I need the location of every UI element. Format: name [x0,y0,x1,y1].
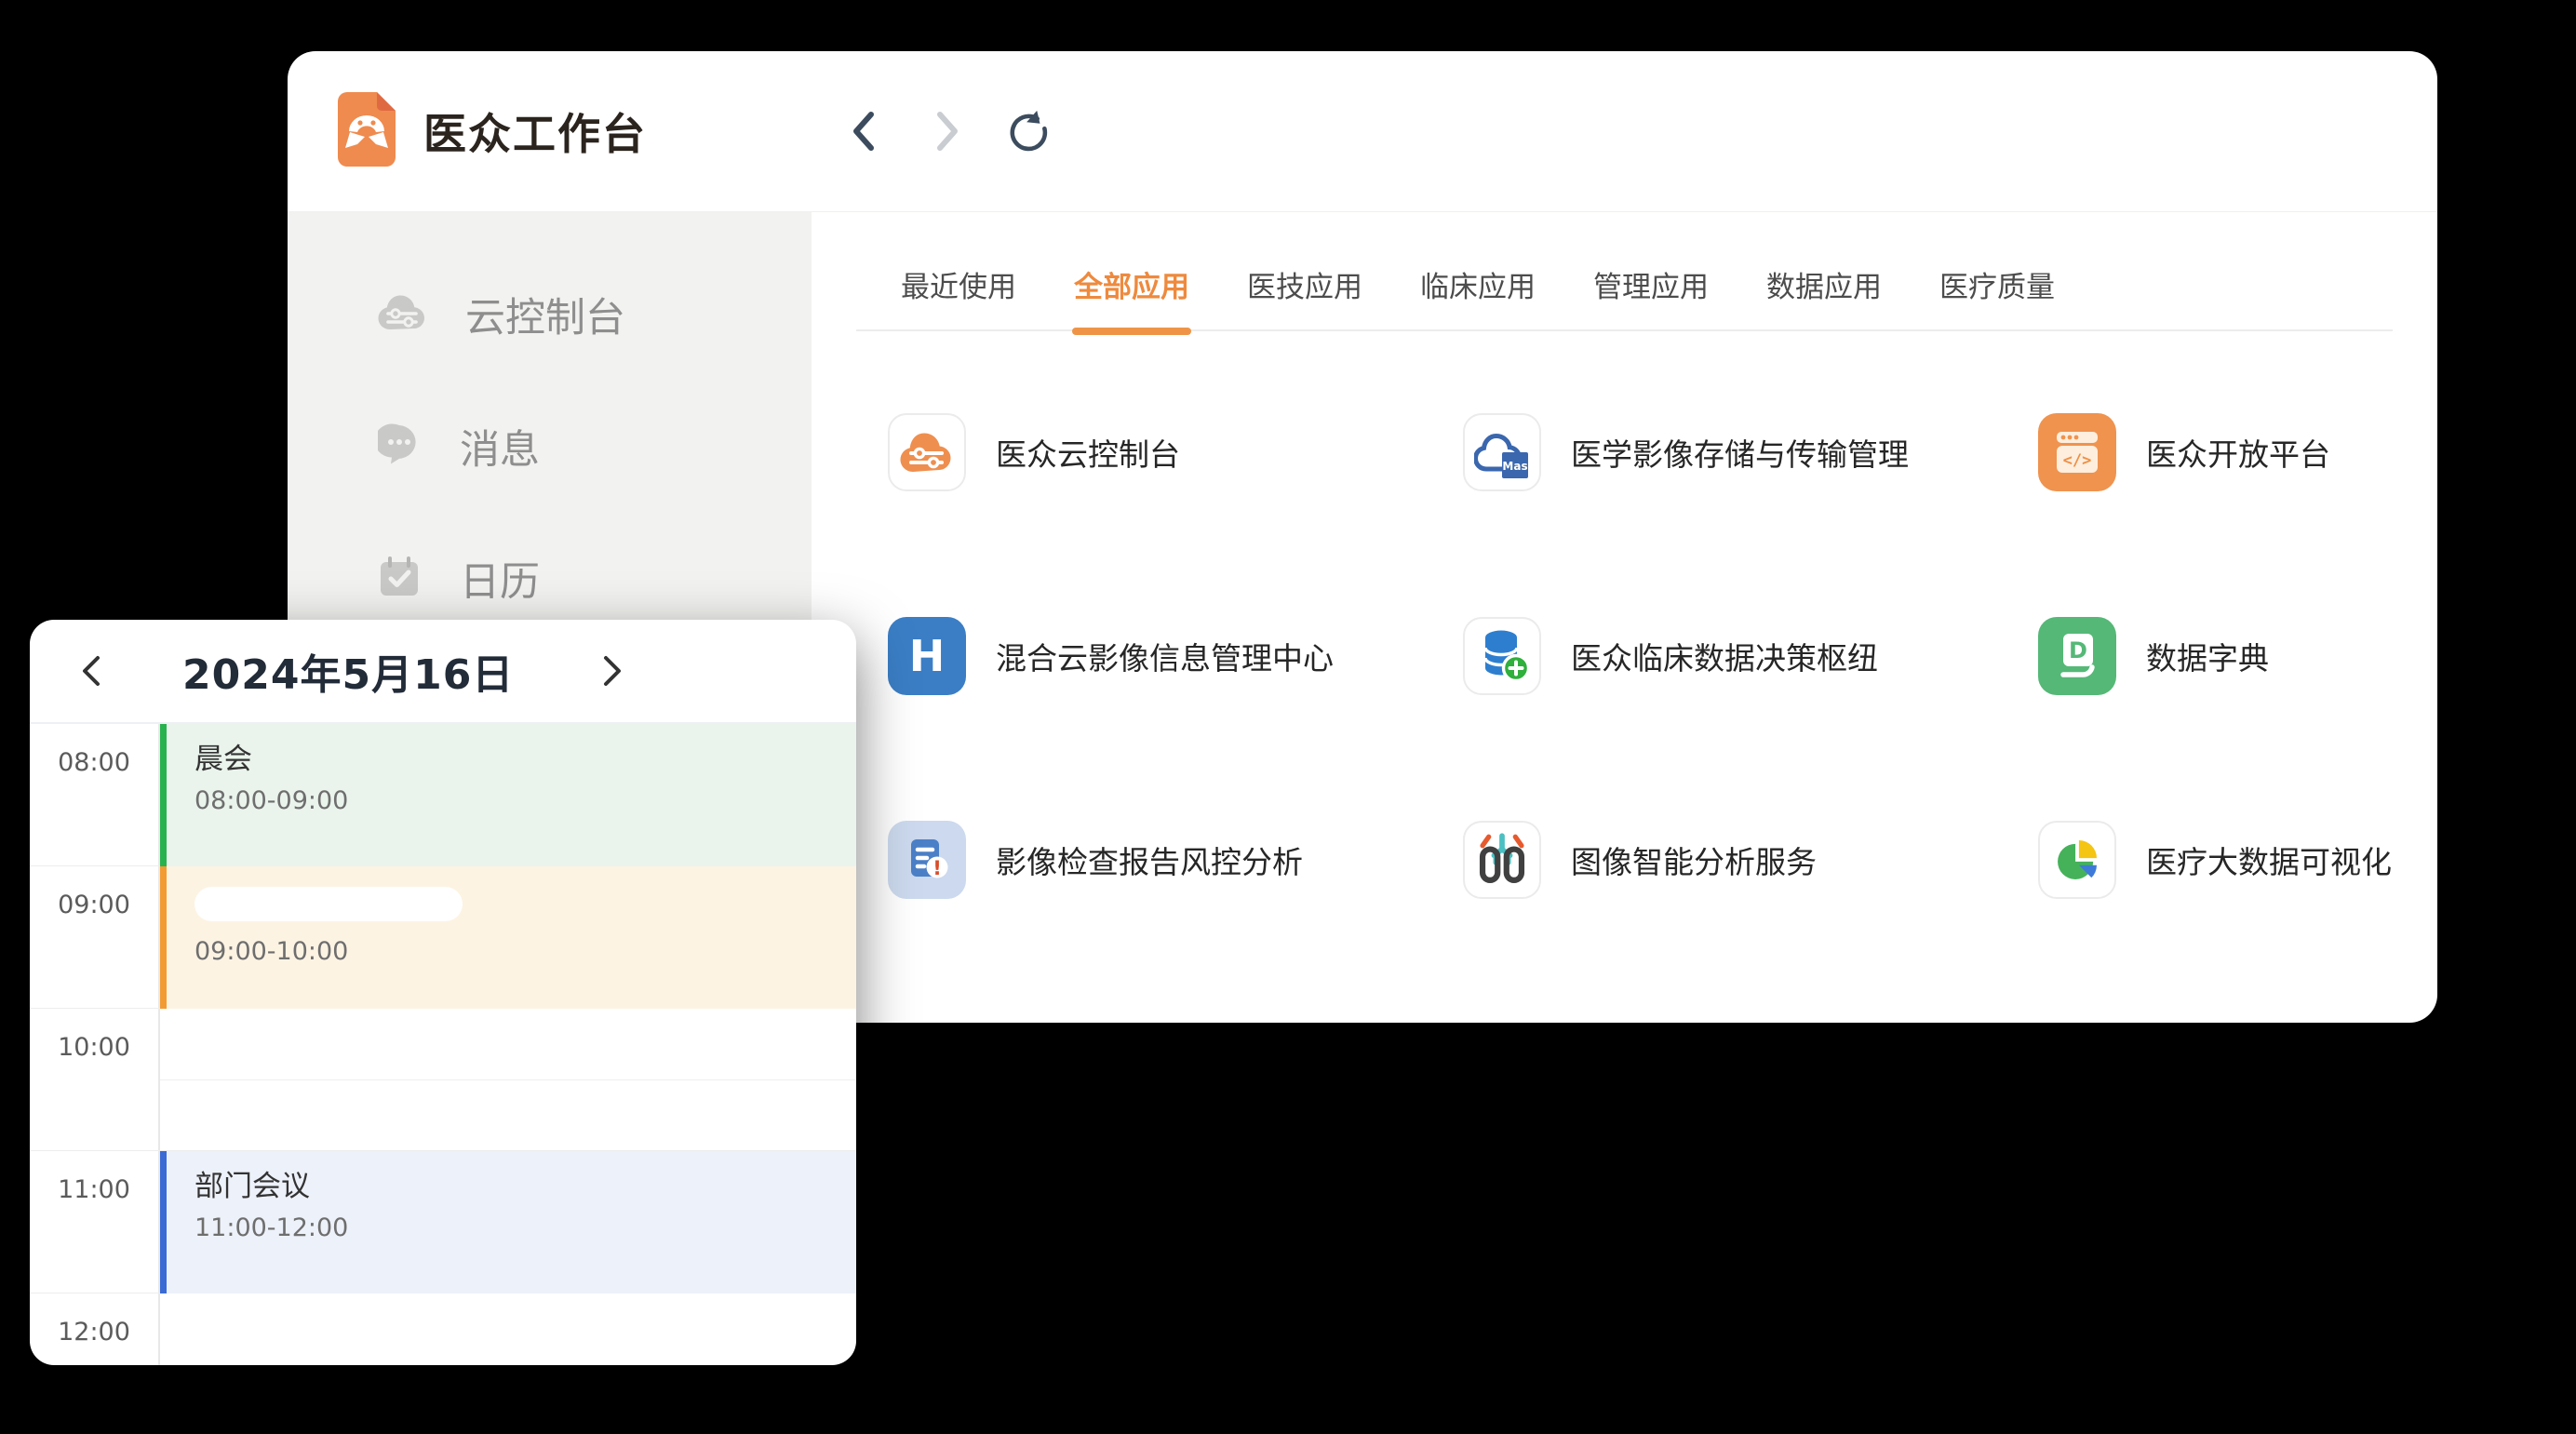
cloud-settings-icon [888,413,966,491]
calendar-day-grid: 08:00 晨会 08:00-09:00 09:00 09:00-10:00 1… [30,724,856,1365]
tabs-bar: 最近使用 全部应用 医技应用 临床应用 管理应用 数据应用 医疗质量 [856,263,2393,331]
calendar-slot-1200: 12:00 [30,1293,856,1365]
calendar-event-redacted[interactable]: 09:00-10:00 [160,866,856,1009]
calendar-icon [378,556,421,602]
dictionary-book-icon: D [2038,617,2116,695]
time-label: 11:00 [30,1151,160,1293]
sidebar-item-label: 消息 [460,418,540,476]
svg-text:H: H [909,631,946,681]
sidebar-item-label: 云控制台 [465,286,625,343]
refresh-button[interactable] [1006,105,1051,157]
calendar-event-department-meeting[interactable]: 部门会议 11:00-12:00 [160,1151,856,1293]
sidebar-item-calendar[interactable]: 日历 [288,534,812,623]
time-label: 12:00 [30,1293,160,1365]
app-label: 混合云影像信息管理中心 [996,634,1334,678]
event-time-range: 09:00-10:00 [195,936,856,968]
calendar-slot-0900: 09:00 09:00-10:00 [30,866,856,1009]
svg-text:!: ! [932,857,942,879]
app-imaging-storage[interactable]: Mas 医学影像存储与传输管理 [1463,350,2038,554]
report-alert-icon: ! [888,821,966,899]
back-button[interactable] [842,105,887,157]
app-label: 数据字典 [2146,634,2269,678]
app-big-data-visualization[interactable]: 医疗大数据可视化 [2038,757,2437,961]
window-header: 医众工作台 [288,51,2437,212]
nav-group [842,105,1051,157]
app-hybrid-cloud-imaging[interactable]: H 混合云影像信息管理中心 [888,554,1463,757]
tab-medical-quality[interactable]: 医疗质量 [1939,263,2055,305]
calendar-panel: 2024年5月16日 08:00 晨会 08:00-09:00 09:00 09… [30,620,856,1365]
forward-button[interactable] [924,105,969,157]
database-plus-icon [1463,617,1541,695]
app-label: 医众临床数据决策枢纽 [1571,634,1878,678]
app-label: 影像检查报告风控分析 [996,838,1303,882]
event-title: 晨会 [195,741,856,778]
calendar-date-title: 2024年5月16日 [182,641,514,701]
tab-medtech-apps[interactable]: 医技应用 [1247,263,1362,305]
time-label: 10:00 [30,1009,160,1150]
svg-text:D: D [2069,637,2087,663]
app-open-platform[interactable]: </> 医众开放平台 [2038,350,2437,554]
event-title-redacted [195,887,463,921]
app-report-risk-analysis[interactable]: ! 影像检查报告风控分析 [888,757,1463,961]
sidebar-item-cloud-console[interactable]: 云控制台 [288,270,812,359]
app-label: 医众云控制台 [996,430,1180,475]
app-data-dictionary[interactable]: D 数据字典 [2038,554,2437,757]
code-window-icon: </> [2038,413,2116,491]
app-image-ai-analysis[interactable]: 图像智能分析服务 [1463,757,2038,961]
calendar-slot-1000: 10:00 [30,1009,856,1151]
calendar-slot-1100: 11:00 部门会议 11:00-12:00 [30,1151,856,1293]
sidebar-item-messages[interactable]: 消息 [288,402,812,491]
svg-text:Mas: Mas [1502,460,1527,473]
tab-clinical-apps[interactable]: 临床应用 [1420,263,1536,305]
message-icon [378,423,421,470]
cloud-storage-icon: Mas [1463,413,1541,491]
lungs-icon [1463,821,1541,899]
app-logo-icon [338,92,396,170]
apps-content: 最近使用 全部应用 医技应用 临床应用 管理应用 数据应用 医疗质量 [812,212,2437,1022]
tab-all-apps[interactable]: 全部应用 [1074,263,1189,305]
app-label: 医学影像存储与传输管理 [1571,430,1909,475]
event-time-range: 08:00-09:00 [195,785,856,817]
app-title: 医众工作台 [423,101,647,162]
event-title: 部门会议 [195,1168,856,1205]
tab-management-apps[interactable]: 管理应用 [1593,263,1709,305]
time-label: 09:00 [30,866,160,1008]
app-label: 医众开放平台 [2146,430,2330,475]
svg-text:</>: </> [2063,451,2092,470]
sidebar-item-label: 日历 [460,550,540,608]
calendar-prev-day-button[interactable] [71,650,112,691]
app-cloud-console[interactable]: 医众云控制台 [888,350,1463,554]
pie-chart-icon [2038,821,2116,899]
app-label: 医疗大数据可视化 [2146,838,2392,882]
app-clinical-data-hub[interactable]: 医众临床数据决策枢纽 [1463,554,2038,757]
time-label: 08:00 [30,724,160,865]
tab-data-apps[interactable]: 数据应用 [1766,263,1882,305]
apps-grid: 医众云控制台 Mas 医学影像存储与传输管理 [812,350,2437,961]
calendar-next-day-button[interactable] [592,650,633,691]
calendar-slot-0800: 08:00 晨会 08:00-09:00 [30,724,856,866]
tab-recent[interactable]: 最近使用 [901,263,1016,305]
calendar-event-morning-meeting[interactable]: 晨会 08:00-09:00 [160,724,856,866]
cloud-console-icon [378,294,426,335]
event-time-range: 11:00-12:00 [195,1213,856,1244]
letter-h-icon: H [888,617,966,695]
calendar-header: 2024年5月16日 [30,620,856,724]
app-label: 图像智能分析服务 [1571,838,1817,882]
half-hour-divider [160,1079,856,1080]
